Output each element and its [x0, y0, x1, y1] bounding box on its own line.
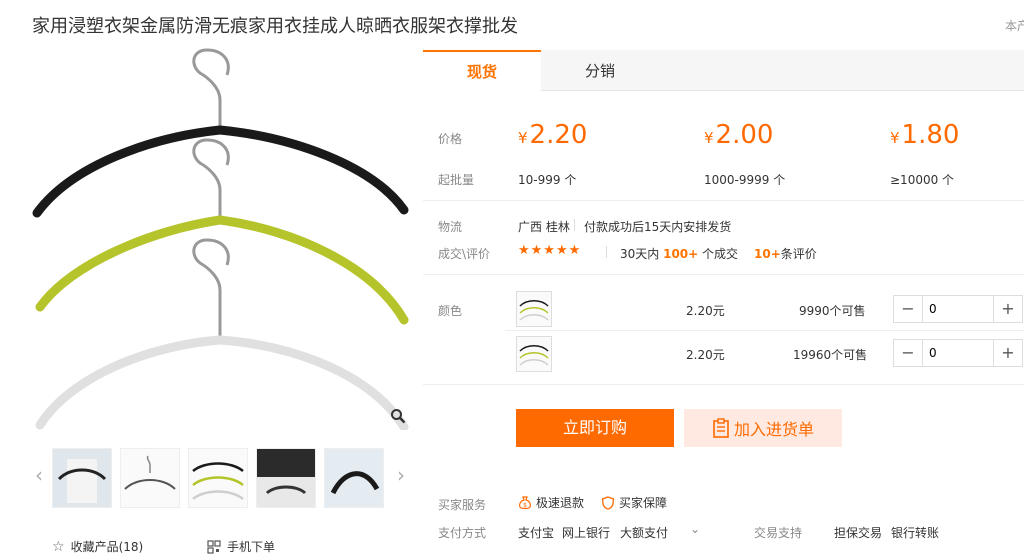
sold-count-text[interactable]: 30天内 100+ 个成交: [620, 245, 738, 262]
mobile-order-label: 手机下单: [227, 540, 276, 554]
thumb-image-5: [325, 449, 383, 507]
price-tier-3: ¥1.80: [890, 120, 960, 150]
product-title: 家用浸塑衣架金属防滑无痕家用衣挂成人晾晒衣服架衣撑批发: [32, 16, 518, 37]
color-label: 颜色: [438, 304, 463, 318]
sku-stock-1: 9990个可售: [799, 304, 866, 318]
quantity-stepper-2: − +: [893, 339, 1023, 367]
range-tier-2: 1000-9999 个: [704, 173, 786, 187]
thumbnail-strip: ‹ ›: [32, 445, 412, 515]
payment-label: 支付方式: [438, 526, 487, 540]
quantity-input[interactable]: [923, 296, 993, 322]
thumb-prev-button[interactable]: ‹: [32, 463, 46, 487]
thumbnail-4[interactable]: [256, 448, 316, 508]
favorite-link[interactable]: ☆ 收藏产品(18): [52, 538, 143, 555]
divider: [606, 246, 607, 258]
thumbnail-1[interactable]: [52, 448, 112, 508]
sku-thumb-1[interactable]: [516, 291, 552, 327]
clipboard-icon: [713, 418, 729, 438]
services-label: 买家服务: [438, 498, 487, 512]
add-to-list-button[interactable]: 加入进货单: [684, 409, 842, 447]
sku-thumb-2[interactable]: [516, 336, 552, 372]
main-product-image[interactable]: [32, 45, 412, 432]
thumbnail-5[interactable]: [324, 448, 384, 508]
deals-label: 成交\评价: [438, 247, 491, 261]
star-outline-icon: ☆: [52, 538, 65, 555]
divider: [574, 219, 575, 231]
sku-price-1: 2.20元: [686, 304, 725, 318]
quantity-stepper-1: − +: [893, 295, 1023, 323]
thumbnail-2[interactable]: [120, 448, 180, 508]
sku-image-2: [519, 345, 549, 366]
price-tier-1: ¥2.20: [518, 120, 588, 150]
corner-note: 本产: [1005, 19, 1024, 33]
thumbnail-3[interactable]: [188, 448, 248, 508]
payment-online-bank: 网上银行: [562, 526, 611, 540]
magnifier-icon: [391, 409, 406, 424]
moq-label: 起批量: [438, 173, 475, 187]
sku-image-1: [519, 300, 549, 321]
range-tier-1: 10-999 个: [518, 173, 577, 187]
thumb-next-button[interactable]: ›: [394, 463, 408, 487]
trade-support-label: 交易支持: [754, 526, 803, 540]
svg-text:$: $: [523, 502, 527, 509]
rating-stars: ★★★★★: [518, 243, 582, 258]
shipping-time: 付款成功后15天内安排发货: [584, 220, 732, 234]
tab-distribution[interactable]: 分销: [541, 50, 659, 90]
offer-tabs: 现货 分销: [423, 50, 1024, 91]
quantity-input[interactable]: [923, 340, 993, 366]
decrement-button[interactable]: −: [894, 340, 923, 366]
logistics-origin: 广西 桂林: [518, 220, 570, 234]
service-fast-refund[interactable]: $ 极速退款: [518, 494, 584, 511]
increment-button[interactable]: +: [993, 340, 1022, 366]
price-tier-2: ¥2.00: [704, 120, 774, 150]
mobile-order-link[interactable]: 手机下单: [207, 538, 275, 555]
trade-bank-transfer: 银行转账: [891, 526, 940, 540]
price-label: 价格: [438, 132, 463, 146]
payment-large-amount: 大额支付: [620, 526, 669, 540]
service-buyer-protection[interactable]: 买家保障: [601, 494, 667, 511]
review-count-text[interactable]: 10+条评价: [754, 245, 817, 262]
thumb-image-1: [53, 449, 111, 507]
buy-now-button[interactable]: 立即订购: [516, 409, 674, 447]
trade-guarantee: 担保交易: [834, 526, 883, 540]
logistics-label: 物流: [438, 220, 463, 234]
payment-alipay: 支付宝: [518, 526, 555, 540]
chevron-down-icon: ⌄: [690, 522, 701, 536]
money-bag-icon: $: [519, 495, 531, 509]
sku-stock-2: 19960个可售: [793, 348, 868, 362]
thumb-image-3: [192, 462, 244, 501]
decrement-button[interactable]: −: [894, 296, 923, 322]
divider: [423, 274, 1024, 275]
thumb-image-2: [124, 455, 176, 490]
favorite-label: 收藏产品(18): [70, 540, 144, 554]
divider: [423, 200, 1024, 201]
thumb-image-4: [257, 449, 315, 507]
divider: [505, 330, 1024, 331]
add-to-list-label: 加入进货单: [733, 422, 814, 439]
payment-expand-button[interactable]: ⌄: [690, 522, 700, 536]
range-tier-3: ≥10000 个: [890, 173, 955, 187]
chevron-left-icon: ‹: [35, 463, 43, 487]
increment-button[interactable]: +: [993, 296, 1022, 322]
tab-spot[interactable]: 现货: [423, 50, 541, 91]
shield-icon: [601, 495, 615, 510]
chevron-right-icon: ›: [397, 463, 405, 487]
hanger-illustration: [32, 48, 409, 432]
sku-price-2: 2.20元: [686, 348, 725, 362]
qr-code-icon: [207, 539, 221, 554]
zoom-button[interactable]: [386, 404, 410, 428]
divider: [423, 384, 1024, 385]
